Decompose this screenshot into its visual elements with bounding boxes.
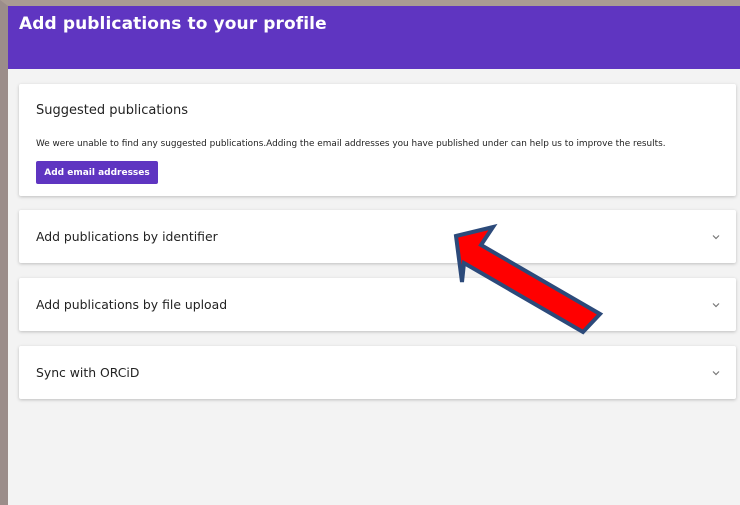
add-email-addresses-button[interactable]: Add email addresses [36,161,158,184]
chevron-down-icon [712,303,720,308]
page-title: Add publications to your profile [19,14,327,34]
page-header: Add publications to your profile [8,6,740,69]
accordion-label: Add publications by identifier [36,229,218,244]
chevron-down-icon [712,371,720,376]
suggested-publications-message: We were unable to find any suggested pub… [36,139,666,149]
chevron-down-icon [712,235,720,240]
accordion-sync-with-orcid[interactable]: Sync with ORCiD [19,346,736,399]
main-content: Suggested publications We were unable to… [8,69,740,505]
accordion-add-by-identifier[interactable]: Add publications by identifier [19,210,736,263]
suggested-publications-card: Suggested publications We were unable to… [19,84,736,196]
accordion-add-by-file-upload[interactable]: Add publications by file upload [19,278,736,331]
suggested-publications-title: Suggested publications [36,103,189,118]
accordion-label: Add publications by file upload [36,297,228,312]
accordion-label: Sync with ORCiD [36,365,140,380]
